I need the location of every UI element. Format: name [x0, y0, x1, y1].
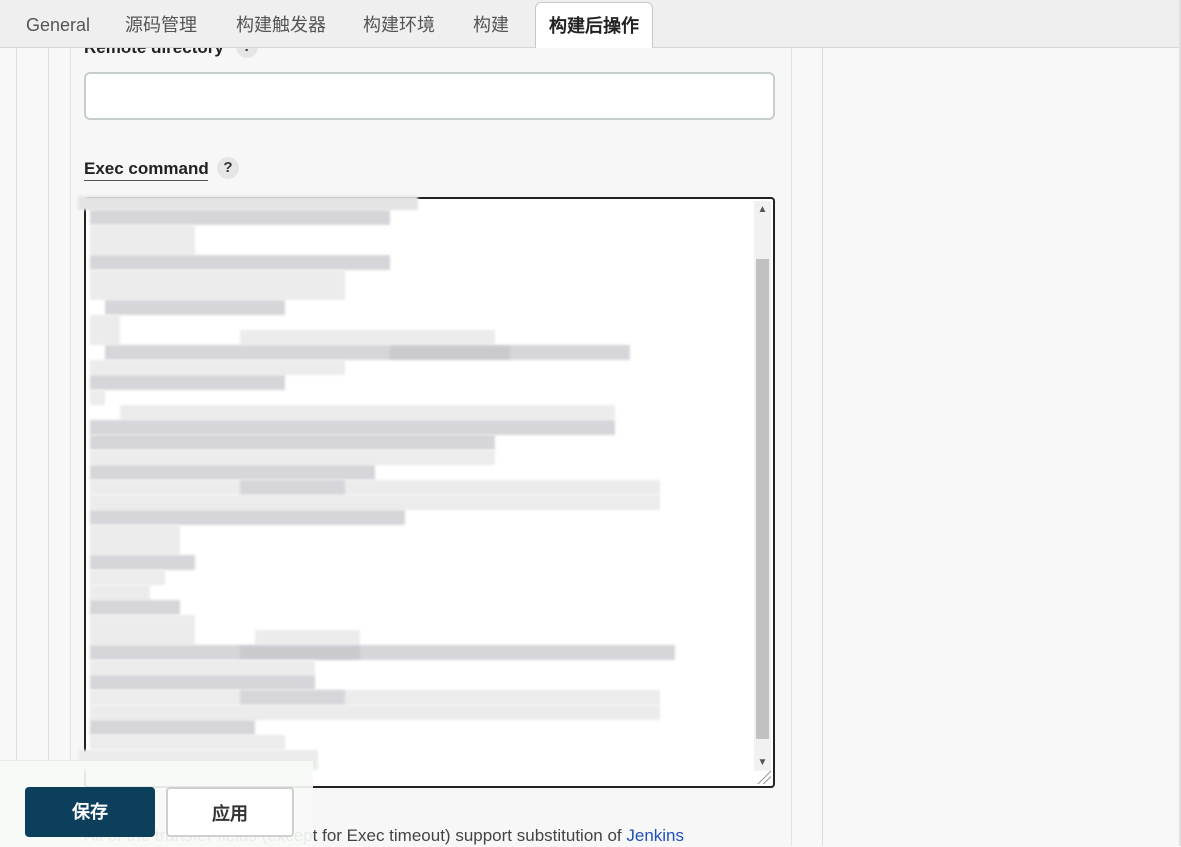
- tab-build-environment[interactable]: 构建环境: [363, 0, 435, 48]
- config-tab-bar: General 源码管理 构建触发器 构建环境 构建 构建后操作: [0, 0, 1179, 49]
- tab-source-code-management[interactable]: 源码管理: [125, 0, 197, 48]
- remote-directory-input[interactable]: [84, 72, 775, 120]
- save-button[interactable]: 保存: [25, 787, 155, 837]
- textarea-scrollbar[interactable]: ▲ ▼: [754, 201, 771, 771]
- section-border-inner: [48, 48, 49, 846]
- tab-post-build-actions[interactable]: 构建后操作: [535, 2, 653, 49]
- tab-build[interactable]: 构建: [473, 0, 509, 48]
- tab-general[interactable]: General: [26, 0, 90, 48]
- apply-button[interactable]: 应用: [166, 787, 294, 837]
- section-border-outer: [16, 48, 17, 846]
- exec-command-underline: [84, 180, 208, 181]
- scroll-up-arrow-icon[interactable]: ▲: [754, 201, 771, 218]
- jenkins-env-vars-link[interactable]: Jenkins: [626, 826, 684, 845]
- tab-build-triggers[interactable]: 构建触发器: [236, 0, 326, 48]
- exec-command-help-icon[interactable]: ?: [217, 157, 239, 179]
- exec-command-label: Exec command: [84, 159, 209, 178]
- scroll-thumb[interactable]: [756, 259, 769, 739]
- right-column-border: [822, 48, 823, 846]
- scroll-down-arrow-icon[interactable]: ▼: [754, 754, 771, 771]
- resize-grip-icon[interactable]: [757, 770, 771, 784]
